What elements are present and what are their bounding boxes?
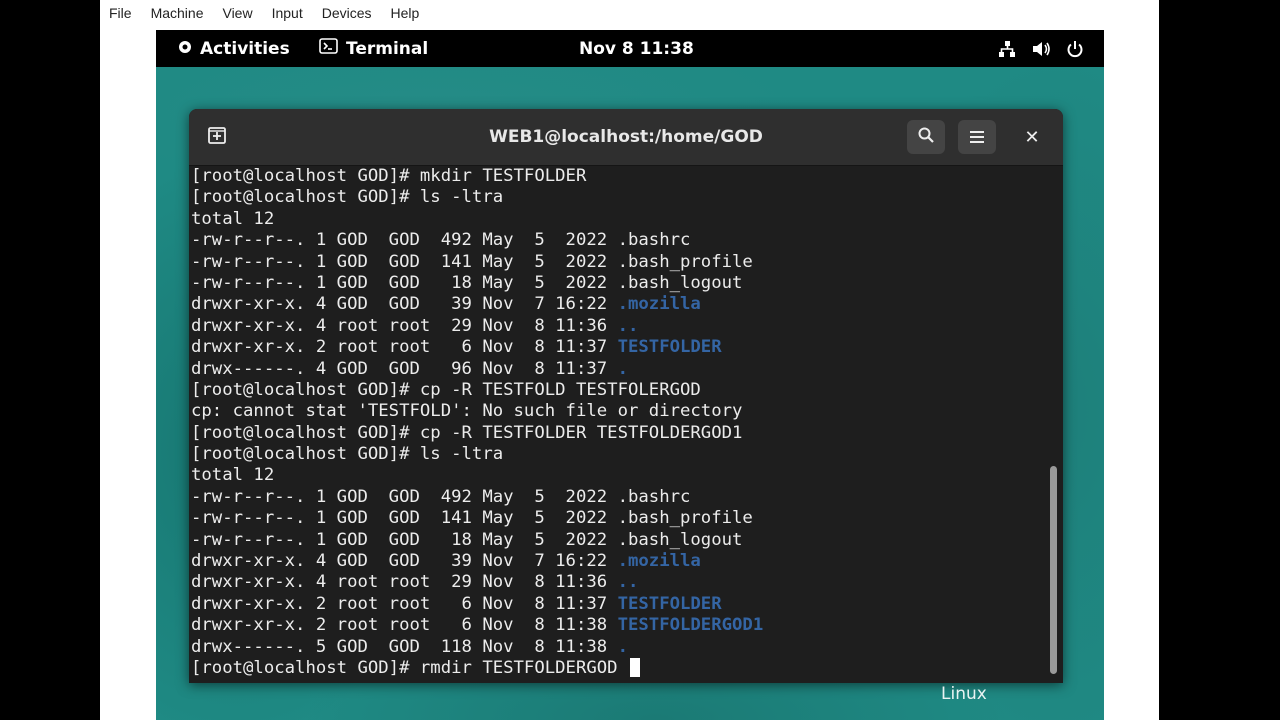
terminal-line: -rw-r--r--. 1 GOD GOD 492 May 5 2022 .ba… [191,487,1049,508]
menu-input[interactable]: Input [272,5,303,21]
terminal-line: -rw-r--r--. 1 GOD GOD 141 May 5 2022 .ba… [191,508,1049,529]
hamburger-icon [970,128,984,147]
terminal-window[interactable]: WEB1@localhost:/home/GOD ✕ [root@localho… [189,109,1063,683]
terminal-line: [root@localhost GOD]# ls -ltra [191,444,1049,465]
line-text: -rw-r--r--. 1 GOD GOD 18 May 5 2022 .bas… [191,529,743,550]
terminal-line: -rw-r--r--. 1 GOD GOD 18 May 5 2022 .bas… [191,530,1049,551]
directory-name: TESTFOLDERGOD1 [617,615,764,636]
line-text: drwxr-xr-x. 2 root root 6 Nov 8 11:37 [191,593,618,614]
terminal-line: drwxr-xr-x. 4 GOD GOD 39 Nov 7 16:22 .mo… [191,294,1049,315]
line-text: cp: cannot stat 'TESTFOLD': No such file… [191,401,743,422]
menu-help[interactable]: Help [391,5,420,21]
guest-desktop: Activities Terminal Nov 8 11:38 WEB1@loc… [156,30,1104,720]
terminal-headerbar[interactable]: WEB1@localhost:/home/GOD ✕ [189,109,1063,166]
directory-name: . [617,636,628,657]
directory-name: TESTFOLDER [617,593,722,614]
close-icon: ✕ [1024,126,1040,148]
terminal-line: total 12 [191,209,1049,230]
terminal-line: cp: cannot stat 'TESTFOLD': No such file… [191,401,1049,422]
linux-watermark: Linux [941,684,987,704]
terminal-line: [root@localhost GOD]# rmdir TESTFOLDERGO… [191,658,1049,679]
line-text: [root@localhost GOD]# cp -R TESTFOLD TES… [191,379,701,400]
line-text: drwxr-xr-x. 4 root root 29 Nov 8 11:36 [191,572,618,593]
line-text: drwxr-xr-x. 4 GOD GOD 39 Nov 7 16:22 [191,294,618,315]
terminal-line: drwxr-xr-x. 2 root root 6 Nov 8 11:37 TE… [191,594,1049,615]
line-text: -rw-r--r--. 1 GOD GOD 492 May 5 2022 .ba… [191,230,691,251]
network-icon[interactable] [998,30,1016,67]
terminal-line: -rw-r--r--. 1 GOD GOD 18 May 5 2022 .bas… [191,273,1049,294]
volume-icon[interactable] [1031,30,1051,67]
line-text: [root@localhost GOD]# mkdir TESTFOLDER [191,166,587,186]
activities-icon [178,39,192,59]
terminal-icon [319,38,338,59]
terminal-line: drwxr-xr-x. 4 GOD GOD 39 Nov 7 16:22 .mo… [191,551,1049,572]
line-text: -rw-r--r--. 1 GOD GOD 492 May 5 2022 .ba… [191,486,691,507]
line-text: drwx------. 4 GOD GOD 96 Nov 8 11:37 [191,358,618,379]
line-text: total 12 [191,465,275,486]
activities-label: Activities [200,38,290,59]
clock[interactable]: Nov 8 11:38 [579,30,694,67]
terminal-line: drwxr-xr-x. 2 root root 6 Nov 8 11:38 TE… [191,615,1049,636]
line-text: drwxr-xr-x. 2 root root 6 Nov 8 11:37 [191,337,618,358]
line-text: [root@localhost GOD]# rmdir TESTFOLDERGO… [191,657,628,678]
gnome-top-bar: Activities Terminal Nov 8 11:38 [156,30,1104,67]
terminal-line: [root@localhost GOD]# cp -R TESTFOLD TES… [191,380,1049,401]
close-button[interactable]: ✕ [1015,120,1049,154]
line-text: -rw-r--r--. 1 GOD GOD 18 May 5 2022 .bas… [191,272,743,293]
line-text: -rw-r--r--. 1 GOD GOD 141 May 5 2022 .ba… [191,508,753,529]
terminal-line: -rw-r--r--. 1 GOD GOD 141 May 5 2022 .ba… [191,252,1049,273]
terminal-line: total 12 [191,465,1049,486]
terminal-line: drwxr-xr-x. 4 root root 29 Nov 8 11:36 .… [191,316,1049,337]
terminal-line: [root@localhost GOD]# ls -ltra [191,187,1049,208]
app-menu-terminal[interactable]: Terminal [319,30,428,67]
directory-name: . [617,358,628,379]
menu-button[interactable] [958,120,996,154]
line-text: drwxr-xr-x. 4 root root 29 Nov 8 11:36 [191,315,618,336]
menu-file[interactable]: File [109,5,132,21]
terminal-cursor [629,658,640,678]
activities-button[interactable]: Activities [178,30,290,67]
terminal-line: drwxr-xr-x. 4 root root 29 Nov 8 11:36 .… [191,572,1049,593]
terminal-line: drwx------. 4 GOD GOD 96 Nov 8 11:37 . [191,359,1049,380]
terminal-scrollbar[interactable] [1050,466,1057,674]
vm-menu-bar: File Machine View Input Devices Help [100,0,1159,26]
menu-machine[interactable]: Machine [151,5,204,21]
directory-name: .. [617,572,639,593]
line-text: total 12 [191,208,275,229]
terminal-line: [root@localhost GOD]# mkdir TESTFOLDER [191,166,1049,187]
line-text: [root@localhost GOD]# cp -R TESTFOLDER T… [191,422,743,443]
line-text: drwxr-xr-x. 4 GOD GOD 39 Nov 7 16:22 [191,551,618,572]
search-icon [917,126,935,148]
line-text: drwxr-xr-x. 2 root root 6 Nov 8 11:38 [191,615,618,636]
app-menu-label: Terminal [346,38,429,59]
terminal-line: -rw-r--r--. 1 GOD GOD 492 May 5 2022 .ba… [191,230,1049,251]
line-text: -rw-r--r--. 1 GOD GOD 141 May 5 2022 .ba… [191,251,753,272]
line-text: [root@localhost GOD]# ls -ltra [191,187,504,208]
menu-view[interactable]: View [222,5,252,21]
directory-name: .mozilla [617,551,701,572]
power-icon[interactable] [1066,30,1084,67]
virtualbox-window: File Machine View Input Devices Help Act… [100,0,1159,720]
search-button[interactable] [907,120,945,154]
directory-name: .. [617,315,639,336]
directory-name: TESTFOLDER [617,337,722,358]
line-text: [root@localhost GOD]# ls -ltra [191,444,504,465]
terminal-output[interactable]: [root@localhost GOD]# mkdir TESTFOLDER [r… [191,166,1049,683]
menu-devices[interactable]: Devices [322,5,372,21]
directory-name: .mozilla [617,294,701,315]
terminal-line: [root@localhost GOD]# cp -R TESTFOLDER T… [191,423,1049,444]
line-text: drwx------. 5 GOD GOD 118 Nov 8 11:38 [191,636,618,657]
terminal-line: drwxr-xr-x. 2 root root 6 Nov 8 11:37 TE… [191,337,1049,358]
terminal-line: drwx------. 5 GOD GOD 118 Nov 8 11:38 . [191,637,1049,658]
